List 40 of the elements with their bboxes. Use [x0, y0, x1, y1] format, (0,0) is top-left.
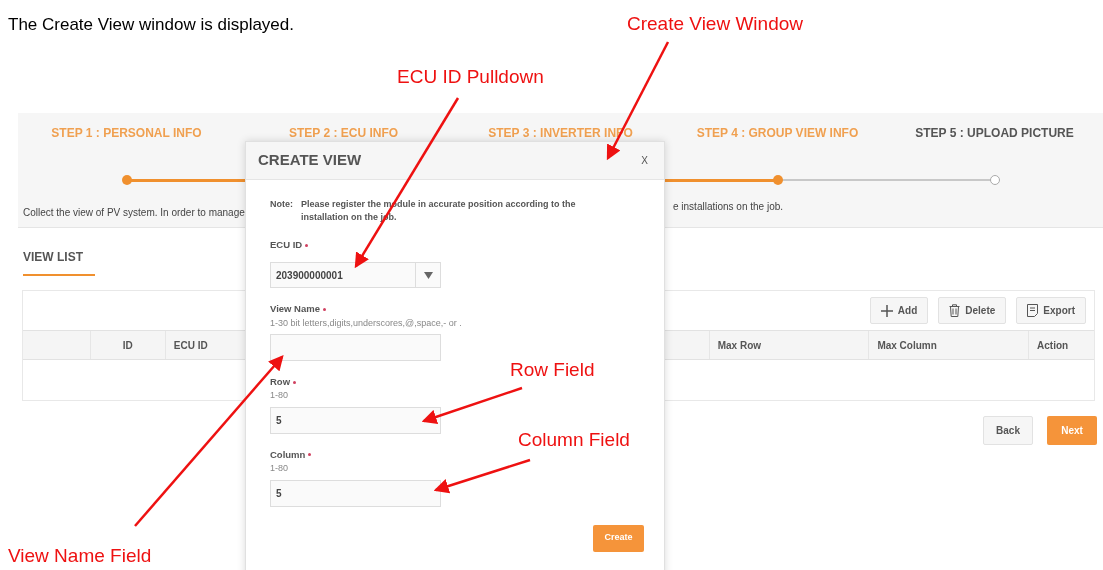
- field-label: View Name: [270, 302, 320, 317]
- view-list-tab[interactable]: VIEW LIST: [23, 248, 95, 276]
- back-button[interactable]: Back: [983, 416, 1033, 445]
- input-field[interactable]: [270, 334, 441, 361]
- intro-text: The Create View window is displayed.: [8, 14, 294, 36]
- callout-label: ECU ID Pulldown: [397, 65, 544, 89]
- field-label: ECU ID: [270, 238, 303, 252]
- export-button[interactable]: Export: [1016, 297, 1086, 324]
- callout-label: Column Field: [518, 428, 630, 452]
- description-text: e installations on the job.: [673, 200, 784, 214]
- delete-button[interactable]: Delete: [938, 297, 1007, 324]
- plus-icon: [880, 304, 893, 317]
- field-label: Row: [270, 375, 291, 389]
- input-field[interactable]: 5: [270, 406, 441, 434]
- column-header: ID: [122, 338, 133, 353]
- caret-icon: [423, 271, 433, 279]
- description-text: Collect the view of PV system. In order to manage: [23, 207, 245, 218]
- add-button[interactable]: Add: [869, 297, 929, 324]
- step-label: STEP 1 : PERSONAL INFO: [51, 125, 202, 142]
- close-button[interactable]: X: [637, 153, 652, 168]
- callout-label: Row Field: [510, 358, 595, 382]
- step-label: STEP 5 : UPLOAD PICTURE: [915, 125, 1074, 142]
- ecu-id-dropdown[interactable]: 203900000001: [270, 262, 441, 289]
- field-hint: 1-80: [270, 462, 289, 475]
- column-header: Action: [1037, 338, 1069, 353]
- field-label: Column: [270, 447, 306, 462]
- callout-label: View Name Field: [8, 544, 152, 568]
- column-header: Max Row: [717, 338, 761, 353]
- column-header: Max Column: [877, 338, 937, 353]
- step-label: STEP 2 : ECU INFO: [288, 125, 399, 142]
- input-field[interactable]: 5: [270, 479, 441, 507]
- column-header: ECU ID: [173, 338, 208, 353]
- note-label: Note:: [270, 198, 293, 211]
- trash-icon: [949, 304, 961, 317]
- step-label: STEP 4 : GROUP VIEW INFO: [696, 125, 859, 142]
- field-hint: 1-80: [270, 389, 289, 403]
- dialog-title: CREATE VIEW: [258, 150, 362, 171]
- document-icon: [1027, 304, 1039, 317]
- field-hint: 1-30 bit letters,digits,underscores,@,space,- or .: [270, 316, 463, 330]
- callout-label: Create View Window: [627, 12, 803, 36]
